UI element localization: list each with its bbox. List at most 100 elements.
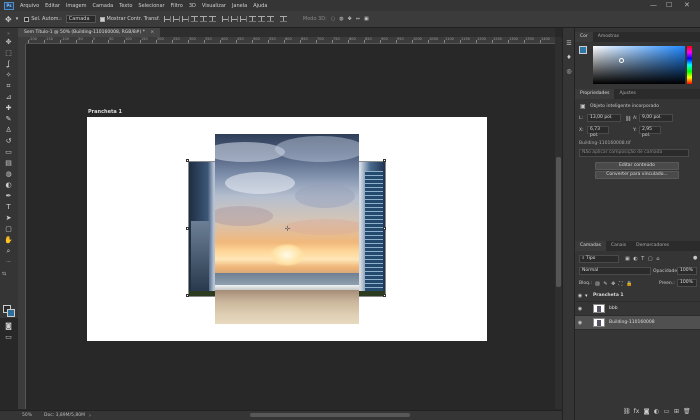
align-hcenter-icon[interactable] [199, 16, 207, 22]
show-transform-checkbox[interactable] [99, 16, 105, 22]
minimize-button[interactable]: — [650, 1, 657, 10]
vertical-scrollbar[interactable] [555, 37, 562, 409]
close-window-button[interactable]: ✕ [684, 1, 690, 10]
transform-handle-top-right[interactable] [383, 159, 386, 162]
marquee-tool-icon[interactable]: ⬚ [4, 49, 13, 58]
layer-row-building[interactable]: ◉ Building-110160008 [575, 316, 700, 330]
status-menu-chevron-icon[interactable]: › [89, 413, 91, 419]
menu-visualizar[interactable]: Visualizar [199, 3, 229, 9]
transform-handle-bottom-right[interactable] [383, 294, 386, 297]
learn-panel-icon[interactable]: ◎ [565, 68, 573, 76]
color-picker-cursor[interactable] [619, 58, 624, 63]
link-proportions-icon[interactable]: ⛓ [625, 116, 631, 122]
hand-tool-icon[interactable]: ✋ [4, 236, 13, 245]
horizontal-scrollbar[interactable] [250, 413, 410, 417]
zoom-level[interactable]: 50% [22, 413, 44, 418]
document-tab[interactable]: Sem Título-1 @ 50% (Building-110160008, … [18, 28, 161, 37]
screen-mode-icon[interactable]: ▭ [4, 333, 13, 342]
distribute-left-icon[interactable] [248, 16, 256, 22]
chevron-down-icon[interactable]: ▾ [585, 293, 593, 299]
distribute-top-icon[interactable] [221, 16, 229, 22]
background-color-swatch[interactable] [7, 309, 15, 317]
autoselect-toggle[interactable]: Sel. Autom.: [24, 16, 62, 22]
foreground-color-chip[interactable] [579, 46, 587, 54]
eyedropper-tool-icon[interactable]: ⊿ [4, 93, 13, 102]
crop-tool-icon[interactable]: ⌗ [4, 82, 13, 91]
vertical-ruler[interactable] [18, 44, 26, 409]
align-bottom-icon[interactable] [181, 16, 189, 22]
lock-icons[interactable]: ▨ ✎ ✥ ⛶ 🔒 [595, 281, 633, 287]
tab-amostras[interactable]: Amostras [593, 32, 624, 42]
history-panel-icon[interactable]: ☰ [565, 40, 573, 48]
magic-wand-tool-icon[interactable]: ✧ [4, 71, 13, 80]
tab-propriedades[interactable]: Propriedades [575, 89, 615, 99]
align-top-icon[interactable] [163, 16, 171, 22]
y-field[interactable]: 2,95 pol. [639, 126, 661, 138]
artboard-label[interactable]: Prancheta 1 [88, 109, 122, 115]
layer-mask-icon[interactable]: ◙ [643, 408, 650, 415]
new-group-icon[interactable]: ▭ [663, 408, 670, 415]
zoom-tool-icon[interactable]: ⌕ [4, 247, 13, 256]
gradient-tool-icon[interactable]: ▤ [4, 159, 13, 168]
menu-texto[interactable]: Texto [116, 3, 135, 9]
width-field[interactable]: 13,00 pol. [587, 114, 621, 122]
layer-filter-select[interactable]: ⌕ Tipo [579, 255, 619, 263]
healing-brush-tool-icon[interactable]: ✚ [4, 104, 13, 113]
show-transform-toggle[interactable]: Mostrar Contr. Transf. [99, 16, 160, 22]
blend-mode-select[interactable]: Normal [579, 267, 651, 275]
edit-toolbar-icon[interactable]: ··· [4, 258, 13, 267]
color-picker-field[interactable] [593, 46, 685, 84]
move-tool-icon[interactable]: ✥ [4, 38, 13, 47]
menu-camada[interactable]: Camada [89, 3, 116, 9]
distribute-bottom-icon[interactable] [239, 16, 247, 22]
slide-3d-icon[interactable]: ⇔ [356, 16, 360, 22]
hue-slider[interactable] [687, 46, 692, 84]
layer-row-bbb[interactable]: ◉ bbb [575, 302, 700, 316]
maximize-button[interactable]: ☐ [666, 1, 672, 10]
fill-field[interactable]: 100% [677, 279, 697, 287]
delete-layer-icon[interactable]: 🗑 [683, 408, 691, 415]
menu-imagem[interactable]: Imagem [63, 3, 90, 9]
clone-stamp-tool-icon[interactable]: ♙ [4, 126, 13, 135]
transform-handle-right[interactable] [383, 227, 386, 230]
close-tab-icon[interactable]: × [150, 30, 154, 35]
convert-to-linked-button[interactable]: Converter para vinculado... [595, 171, 679, 179]
x-field[interactable]: 6,73 pol. [587, 126, 609, 138]
tool-preset-chevron-icon[interactable]: ▾ [16, 16, 19, 22]
roll-3d-icon[interactable]: ◍ [339, 16, 343, 22]
visibility-eye-icon[interactable]: ◉ [575, 306, 585, 312]
quick-mask-icon[interactable]: ◙ [4, 322, 13, 331]
menu-ajuda[interactable]: Ajuda [250, 3, 270, 9]
brush-tool-icon[interactable]: ✎ [4, 115, 13, 124]
visibility-eye-icon[interactable]: ◉ [575, 320, 585, 326]
align-right-icon[interactable] [208, 16, 216, 22]
transform-handle-left[interactable] [186, 227, 189, 230]
menu-filtro[interactable]: Filtro [168, 3, 186, 9]
tab-cor[interactable]: Cor [575, 32, 593, 42]
adjustment-layer-icon[interactable]: ◐ [653, 408, 660, 415]
menu-arquivo[interactable]: Arquivo [17, 3, 42, 9]
menu-editar[interactable]: Editar [42, 3, 63, 9]
distribute-hcenter-icon[interactable] [257, 16, 265, 22]
menu-selecionar[interactable]: Selecionar [135, 3, 167, 9]
pen-tool-icon[interactable]: ✒ [4, 192, 13, 201]
orbit-3d-icon[interactable]: ◌ [331, 16, 335, 22]
swap-colors-icon[interactable]: ⇆ [2, 271, 6, 277]
menu-janela[interactable]: Janela [229, 3, 250, 9]
auto-align-icon[interactable] [279, 16, 287, 22]
layer-comp-select[interactable]: Não aplicar composição de camada [579, 149, 689, 157]
transform-handle-bottom-left[interactable] [186, 294, 189, 297]
visibility-eye-icon[interactable]: ◉ [575, 293, 585, 299]
transform-center-icon[interactable]: ✛ [284, 226, 291, 233]
layer-target-select[interactable]: Camada [65, 15, 96, 23]
align-vcenter-icon[interactable] [172, 16, 180, 22]
ruler-origin[interactable] [18, 37, 26, 44]
vertical-scroll-thumb[interactable] [556, 157, 561, 287]
tab-demarcadores[interactable]: Demarcadores [631, 241, 674, 251]
transform-handle-top-left[interactable] [186, 159, 189, 162]
height-field[interactable]: 9,00 pol. [639, 114, 673, 122]
type-tool-icon[interactable]: T [4, 203, 13, 212]
tab-canais[interactable]: Canais [606, 241, 631, 251]
tab-camadas[interactable]: Camadas [575, 241, 606, 251]
horizontal-ruler[interactable]: -200 -150 -100 -50 0 50 100 150 200 250 300 350 400 4… [26, 37, 555, 44]
